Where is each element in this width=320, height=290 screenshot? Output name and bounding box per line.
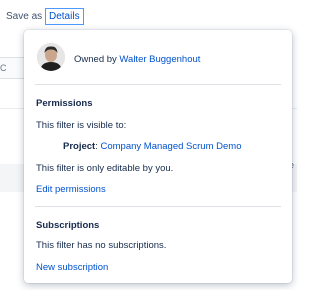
details-button[interactable]: Details [45,8,84,25]
project-link[interactable]: Company Managed Scrum Demo [101,141,242,152]
save-as-button[interactable]: Save as [6,11,42,22]
new-subscription-link[interactable]: New subscription [36,262,108,273]
edit-permissions-link[interactable]: Edit permissions [36,184,106,195]
owner-name-link[interactable]: Walter Buggenhout [119,54,200,65]
filter-details-popup: Owned by Walter Buggenhout Permissions T… [24,30,292,283]
owner-line: Owned by Walter Buggenhout [74,54,200,65]
no-subscriptions-text: This filter has no subscriptions. [36,240,167,251]
subscriptions-title: Subscriptions [36,220,100,231]
owner-avatar [37,43,65,71]
project-permission: Project: Company Managed Scrum Demo [63,141,241,152]
owner-divider [35,84,281,85]
permissions-title: Permissions [36,98,93,109]
background-field-text: C [0,63,7,73]
owner-prefix: Owned by [74,54,117,65]
project-label: Project [63,141,96,152]
filter-toolbar: Save as Details [0,0,297,34]
project-separator: : [95,141,98,152]
visible-to-text: This filter is visible to: [36,120,127,131]
permissions-divider [35,206,281,207]
avatar-photo-icon [37,43,65,71]
editable-text: This filter is only editable by you. [36,163,174,174]
